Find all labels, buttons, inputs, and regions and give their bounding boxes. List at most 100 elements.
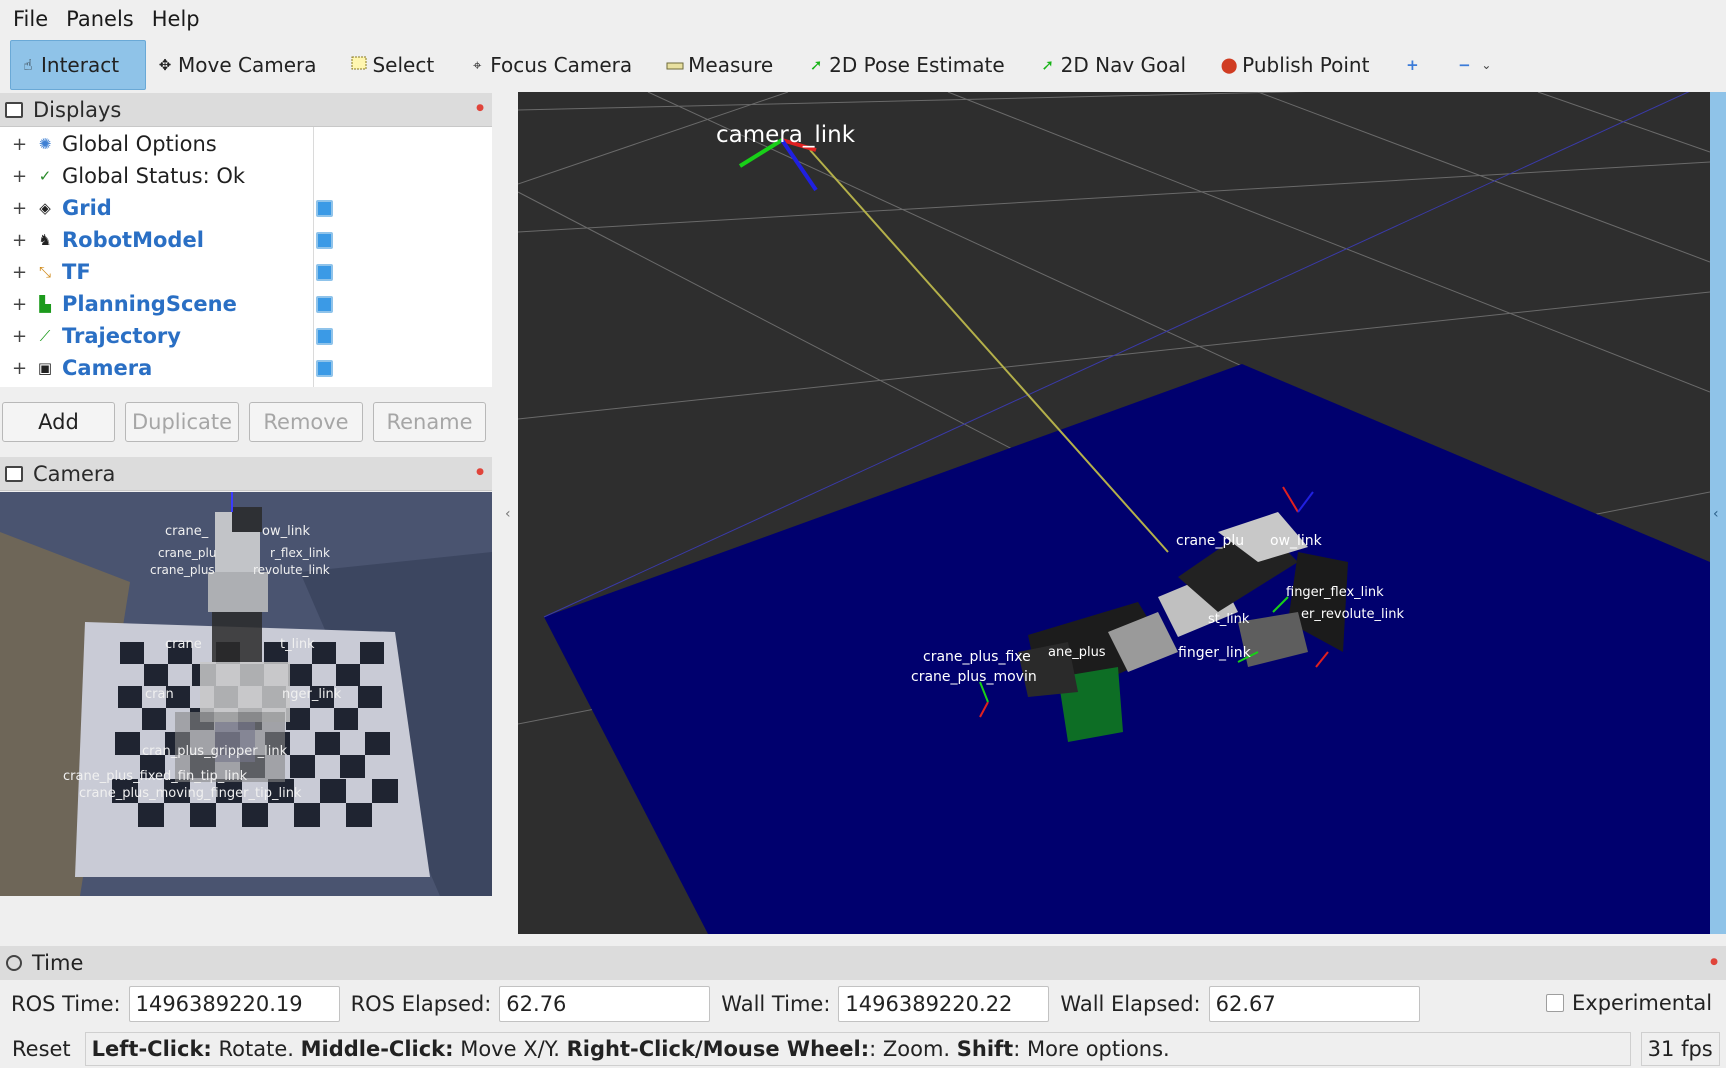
display-item-global-status[interactable]: + ✓ Global Status: Ok xyxy=(0,160,492,192)
menu-file[interactable]: File xyxy=(4,7,57,31)
camera-image-view[interactable]: crane_ ow_link crane_plu r_flex_link cra… xyxy=(0,492,492,896)
enabled-checkbox[interactable] xyxy=(316,328,333,345)
expand-icon[interactable]: + xyxy=(12,262,30,283)
map-pin-icon: ⬤ xyxy=(1220,56,1238,74)
experimental-label: Experimental xyxy=(1572,991,1713,1015)
displays-title: Displays xyxy=(33,97,122,122)
close-icon[interactable]: ● xyxy=(476,103,484,113)
displays-tree: + ✺ Global Options + ✓ Global Status: Ok… xyxy=(0,127,492,387)
tf-axes-icon: ⤡ xyxy=(38,263,51,281)
camera-icon xyxy=(5,465,23,482)
ruler-icon xyxy=(666,56,684,74)
tf-frame-label: crane_plus_movin xyxy=(911,669,1037,685)
expand-icon[interactable]: + xyxy=(12,198,30,219)
splitter-handle-icon[interactable]: ‹ xyxy=(1713,506,1719,522)
expand-icon[interactable]: + xyxy=(12,326,30,347)
time-panel-title: Time xyxy=(32,951,84,975)
remove-button[interactable]: Remove xyxy=(249,402,363,442)
pose-estimate-tool-button[interactable]: ➚ 2D Pose Estimate xyxy=(799,40,1013,90)
ros-elapsed-label: ROS Elapsed: xyxy=(350,992,492,1016)
enabled-checkbox[interactable] xyxy=(316,264,333,281)
measure-tool-button[interactable]: Measure xyxy=(658,40,781,90)
tf-frame-label: crane_plus_fixe xyxy=(923,649,1031,665)
display-item-robotmodel[interactable]: + ♞ RobotModel xyxy=(0,224,492,256)
hint-key: Left-Click: xyxy=(91,1037,212,1061)
display-item-tf[interactable]: + ⤡ TF xyxy=(0,256,492,288)
display-item-global-options[interactable]: + ✺ Global Options xyxy=(0,128,492,160)
add-button[interactable]: Add xyxy=(2,402,115,442)
ros-elapsed-field[interactable]: 62.76 xyxy=(499,986,711,1022)
experimental-checkbox[interactable] xyxy=(1546,994,1564,1012)
remove-tool-button[interactable]: − ⌄ xyxy=(1447,40,1503,90)
expand-icon[interactable]: + xyxy=(12,230,30,251)
duplicate-button[interactable]: Duplicate xyxy=(125,402,239,442)
status-message: Left-Click: Rotate. Middle-Click: Move X… xyxy=(84,1032,1631,1066)
expand-icon[interactable]: + xyxy=(12,134,30,155)
display-item-camera[interactable]: + ▣ Camera xyxy=(0,352,492,384)
close-icon[interactable]: ● xyxy=(476,467,484,477)
camera-panel-title: Camera xyxy=(33,461,116,486)
display-item-label: Global Options xyxy=(62,132,217,156)
expand-icon[interactable]: + xyxy=(12,294,30,315)
move-camera-icon: ✥ xyxy=(158,56,172,74)
add-tool-button[interactable]: + xyxy=(1395,40,1429,90)
focus-camera-tool-button[interactable]: ⌖ Focus Camera xyxy=(460,40,640,90)
render-viewport-3d[interactable]: camera_link crane_plu ow_link finger_fle… xyxy=(518,92,1710,934)
expand-icon[interactable]: + xyxy=(12,358,30,379)
fps-readout: 31 fps xyxy=(1640,1032,1720,1066)
display-item-grid[interactable]: + ◈ Grid xyxy=(0,192,492,224)
time-panel-header: Time ● xyxy=(0,946,1726,980)
focus-crosshair-icon: ⌖ xyxy=(472,56,482,74)
minus-icon: − xyxy=(1458,56,1471,74)
tf-frame-label: r_flex_link xyxy=(270,546,330,560)
rename-button[interactable]: Rename xyxy=(373,402,486,442)
splitter-handle-icon[interactable]: ‹ xyxy=(505,506,511,522)
enabled-checkbox[interactable] xyxy=(316,296,333,313)
menu-panels[interactable]: Panels xyxy=(57,7,143,31)
chevron-down-icon: ⌄ xyxy=(1481,58,1492,72)
enabled-checkbox[interactable] xyxy=(316,232,333,249)
select-tool-button[interactable]: Select xyxy=(342,40,442,90)
enabled-checkbox[interactable] xyxy=(316,360,333,377)
display-item-planningscene[interactable]: + ▙ PlanningScene xyxy=(0,288,492,320)
ros-time-field[interactable]: 1496389220.19 xyxy=(128,986,340,1022)
display-item-label: RobotModel xyxy=(62,228,204,252)
scene-3d xyxy=(518,92,1710,934)
expand-icon[interactable]: + xyxy=(12,166,30,187)
displays-panel-header: Displays ● xyxy=(0,93,492,127)
tf-frame-label: crane_plus_fixed_fin_tip_link xyxy=(63,769,248,784)
display-item-trajectory[interactable]: + ⟋ Trajectory xyxy=(0,320,492,352)
plus-icon: + xyxy=(1406,56,1419,74)
nav-goal-tool-button[interactable]: ➚ 2D Nav Goal xyxy=(1031,40,1194,90)
tf-frame-label: revolute_link xyxy=(253,563,330,577)
move-camera-label: Move Camera xyxy=(178,53,317,77)
display-item-label: Global Status: Ok xyxy=(62,164,246,188)
reset-button[interactable]: Reset xyxy=(12,1037,71,1061)
status-bar: Reset Left-Click: Rotate. Middle-Click: … xyxy=(0,1030,1726,1068)
publish-point-label: Publish Point xyxy=(1242,53,1370,77)
focus-camera-label: Focus Camera xyxy=(490,53,633,77)
enabled-checkbox[interactable] xyxy=(316,200,333,217)
select-box-icon xyxy=(350,56,368,74)
tf-frame-label: ane_plus xyxy=(1048,645,1106,660)
tf-frame-label: crane_plu xyxy=(1176,533,1245,549)
monitor-icon xyxy=(5,101,23,118)
tool-bar: ☝ Interact ✥ Move Camera Select ⌖ Focus … xyxy=(0,38,1726,92)
publish-point-tool-button[interactable]: ⬤ Publish Point xyxy=(1212,40,1377,90)
menu-help[interactable]: Help xyxy=(143,7,209,31)
move-camera-tool-button[interactable]: ✥ Move Camera xyxy=(148,40,324,90)
clock-icon xyxy=(6,955,22,971)
wall-elapsed-field[interactable]: 62.67 xyxy=(1208,986,1420,1022)
check-icon: ✓ xyxy=(38,167,52,185)
hand-pointer-icon: ☝ xyxy=(23,56,33,74)
wall-time-field[interactable]: 1496389220.22 xyxy=(838,986,1050,1022)
tf-frame-label: ow_link xyxy=(262,524,311,539)
select-label: Select xyxy=(372,53,435,77)
menu-bar: File Panels Help xyxy=(0,0,1726,38)
interact-tool-button[interactable]: ☝ Interact xyxy=(10,40,146,90)
hint-key: Shift xyxy=(956,1037,1014,1061)
close-icon[interactable]: ● xyxy=(1710,957,1718,967)
hint-key: Middle-Click: xyxy=(300,1037,454,1061)
tf-frame-label: cran_plus_gripper_link xyxy=(142,744,288,759)
green-arrow-icon: ➚ xyxy=(809,56,823,74)
